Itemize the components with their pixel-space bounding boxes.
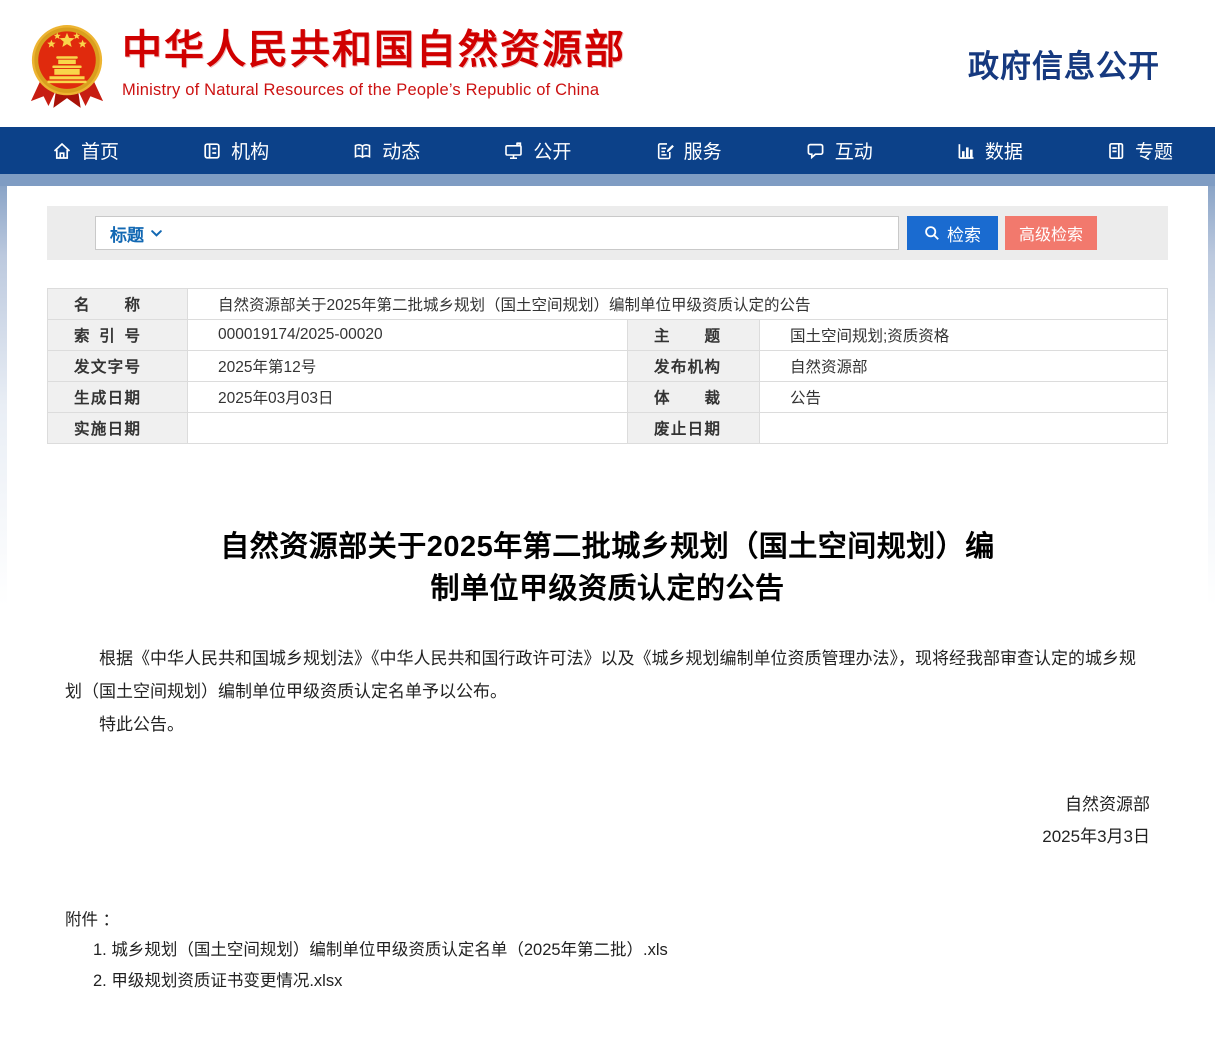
meta-label-repeal: 废止日期 [628,413,760,444]
page-background: 标题 检索 高级检索 名称 自然资源部关于2025年第二批城乡规划（国土空 [0,186,1215,1037]
signature-agency: 自然资源部 [65,789,1150,821]
nav-item-label: 机构 [231,137,269,164]
attachment-link-1[interactable]: 1. 城乡规划（国土空间规划）编制单位甲级资质认定名单（2025年第二批）.xl… [93,935,1150,966]
search-field-label: 标题 [110,221,144,246]
nav-sub-strip [0,174,1215,186]
document-metadata-table: 名称 自然资源部关于2025年第二批城乡规划（国土空间规划）编制单位甲级资质认定… [47,288,1168,444]
meta-value-effective [188,413,628,444]
table-row: 实施日期 废止日期 [48,413,1168,444]
meta-value-publisher: 自然资源部 [760,351,1168,382]
topics-icon [1106,141,1126,161]
page-section-title: 政府信息公开 [968,41,1160,86]
content-wrapper: 标题 检索 高级检索 名称 自然资源部关于2025年第二批城乡规划（国土空 [7,186,1208,1037]
site-header: 中华人民共和国自然资源部 Ministry of Natural Resourc… [0,0,1215,127]
table-row: 发文字号 2025年第12号 发布机构 自然资源部 [48,351,1168,382]
chevron-down-icon [151,230,162,237]
table-row: 名称 自然资源部关于2025年第二批城乡规划（国土空间规划）编制单位甲级资质认定… [48,289,1168,320]
meta-label-index: 索引号 [48,320,188,351]
search-bar: 标题 检索 高级检索 [47,206,1168,260]
nav-item-label: 数据 [985,137,1023,164]
meta-label-effective: 实施日期 [48,413,188,444]
data-icon [956,141,976,161]
signature-date: 2025年3月3日 [65,821,1150,853]
nav-item-home[interactable]: 首页 [52,137,119,164]
search-input[interactable] [174,217,898,249]
nav-item-news[interactable]: 动态 [352,137,420,164]
national-emblem-icon [28,19,106,113]
nav-item-label: 服务 [684,137,722,164]
meta-label-created: 生成日期 [48,382,188,413]
nav-item-data[interactable]: 数据 [956,137,1023,164]
home-icon [52,141,72,161]
nav-item-label: 专题 [1135,137,1173,164]
site-logo[interactable]: 中华人民共和国自然资源部 Ministry of Natural Resourc… [28,15,626,113]
search-button-label: 检索 [947,221,981,246]
search-field-selector[interactable]: 标题 [96,221,174,246]
signature-block: 自然资源部 2025年3月3日 [65,789,1150,853]
meta-label-genre: 体裁 [628,382,760,413]
meta-label-doc-number: 发文字号 [48,351,188,382]
document-body: 根据《中华人民共和国城乡规划法》《中华人民共和国行政许可法》以及《城乡规划编制单… [65,642,1150,741]
meta-label-publisher: 发布机构 [628,351,760,382]
article: 自然资源部关于2025年第二批城乡规划（国土空间规划）编制单位甲级资质认定的公告… [47,526,1168,997]
table-row: 索引号 000019174/2025-00020 主题 国土空间规划;资质资格 [48,320,1168,351]
search-button[interactable]: 检索 [907,216,998,250]
organization-icon [202,141,222,161]
search-box: 标题 [95,216,899,250]
document-title: 自然资源部关于2025年第二批城乡规划（国土空间规划）编制单位甲级资质认定的公告 [218,526,998,610]
advanced-search-button[interactable]: 高级检索 [1005,216,1097,250]
site-title: 中华人民共和国自然资源部 [122,27,626,73]
nav-item-organization[interactable]: 机构 [202,137,269,164]
attachment-link-2[interactable]: 2. 甲级规划资质证书变更情况.xlsx [93,966,1150,997]
attachments-section: 附件 ： 1. 城乡规划（国土空间规划）编制单位甲级资质认定名单（2025年第二… [65,905,1150,997]
site-subtitle: Ministry of Natural Resources of the Peo… [122,81,626,100]
meta-value-index: 000019174/2025-00020 [188,320,628,351]
service-icon [655,141,675,161]
nav-item-label: 动态 [382,137,420,164]
meta-label-subject: 主题 [628,320,760,351]
nav-item-label: 公开 [533,137,571,164]
meta-value-repeal [760,413,1168,444]
nav-item-service[interactable]: 服务 [655,137,722,164]
nav-item-disclosure[interactable]: 公开 [503,137,571,164]
main-nav: 首页 机构 动态 公开 服务 互动 [0,127,1215,174]
meta-value-subject: 国土空间规划;资质资格 [760,320,1168,351]
disclosure-icon [503,141,524,161]
nav-item-topics[interactable]: 专题 [1106,137,1173,164]
meta-value-name: 自然资源部关于2025年第二批城乡规划（国土空间规划）编制单位甲级资质认定的公告 [188,289,1168,320]
search-icon [924,225,940,241]
meta-value-created: 2025年03月03日 [188,382,628,413]
news-icon [352,141,373,161]
interaction-icon [805,141,826,161]
body-paragraph: 特此公告。 [65,708,1150,741]
nav-item-label: 互动 [835,137,873,164]
attachments-heading: 附件 ： [65,905,1150,935]
meta-label-name: 名称 [48,289,188,320]
meta-value-genre: 公告 [760,382,1168,413]
nav-item-label: 首页 [81,137,119,164]
meta-value-doc-number: 2025年第12号 [188,351,628,382]
nav-item-interaction[interactable]: 互动 [805,137,873,164]
body-paragraph: 根据《中华人民共和国城乡规划法》《中华人民共和国行政许可法》以及《城乡规划编制单… [65,642,1150,708]
table-row: 生成日期 2025年03月03日 体裁 公告 [48,382,1168,413]
